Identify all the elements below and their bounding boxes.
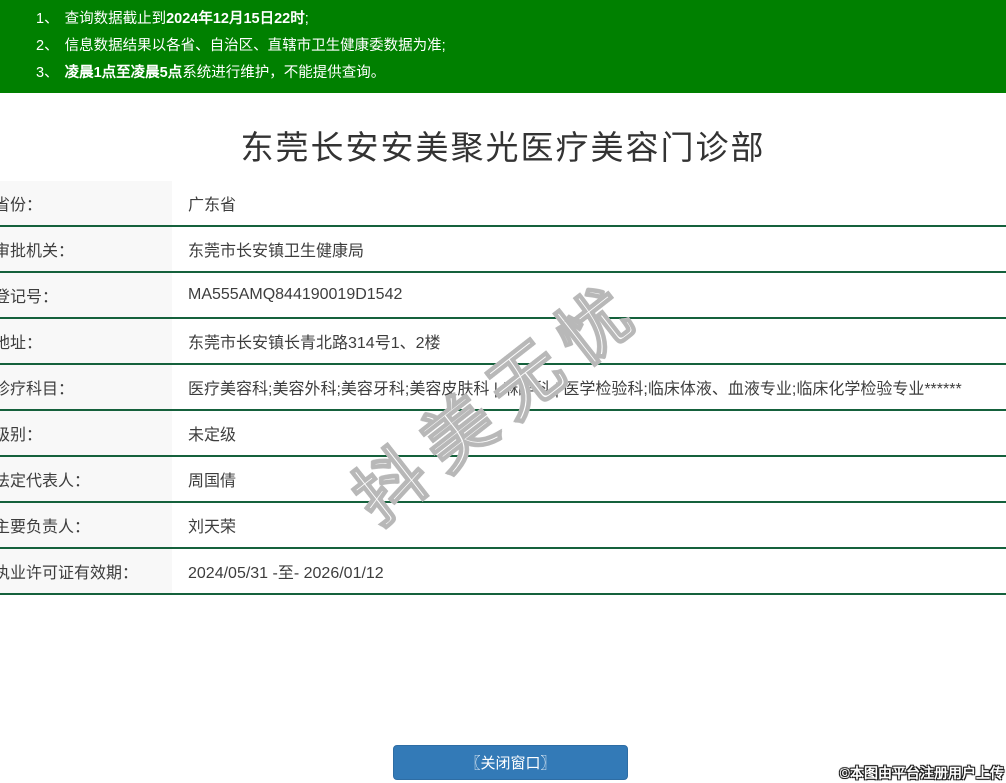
row-label: 地址： [0, 319, 172, 363]
query-result-page: 1、查询数据截止到2024年12月15日22时; 2、信息数据结果以各省、自治区… [0, 0, 1006, 783]
row-value: 2024/05/31 -至- 2026/01/12 [172, 549, 1006, 593]
row-value: 东莞市长安镇卫生健康局 [172, 227, 1006, 271]
notice-text: 查询数据截止到 [65, 11, 167, 27]
table-row-level: 级别： 未定级 [0, 411, 1006, 457]
table-row-main-responsible-person: 主要负责人： 刘天荣 [0, 503, 1006, 549]
notice-text: ; [305, 11, 309, 27]
table-row-province: 省份： 广东省 [0, 181, 1006, 227]
table-row-license-validity: 执业许可证有效期： 2024/05/31 -至- 2026/01/12 [0, 549, 1006, 595]
row-value: 广东省 [172, 181, 1006, 225]
row-label: 级别： [0, 411, 172, 455]
table-row-legal-representative: 法定代表人： 周国倩 [0, 457, 1006, 503]
notice-line-number: 1、 [36, 11, 59, 27]
row-label: 省份： [0, 181, 172, 225]
institution-detail-table: 省份： 广东省 审批机关： 东莞市长安镇卫生健康局 登记号： MA555AMQ8… [0, 181, 1006, 595]
credit-watermark: ©本图由平台注册用户上传 [840, 763, 1004, 783]
page-title: 东莞长安安美聚光医疗美容门诊部 [0, 121, 1006, 169]
row-label: 法定代表人： [0, 457, 172, 501]
close-window-button[interactable]: 〖关闭窗口〗 [393, 745, 628, 780]
notice-line-1: 1、查询数据截止到2024年12月15日22时; [36, 6, 1006, 33]
row-value: 医疗美容科;美容外科;美容牙科;美容皮肤科 | 麻醉科 | 医学检验科;临床体液… [172, 365, 1006, 409]
notice-text-bold: 凌晨1点至凌晨5点 [65, 65, 183, 81]
row-label: 执业许可证有效期： [0, 549, 172, 593]
notice-line-2: 2、信息数据结果以各省、自治区、直辖市卫生健康委数据为准; [36, 33, 1006, 60]
notice-banner: 1、查询数据截止到2024年12月15日22时; 2、信息数据结果以各省、自治区… [0, 0, 1006, 93]
notice-text-bold: 2024年12月15日22时 [166, 11, 305, 27]
notice-line-3: 3、凌晨1点至凌晨5点系统进行维护，不能提供查询。 [36, 60, 1006, 87]
notice-line-number: 3、 [36, 65, 59, 81]
table-row-medical-subjects: 诊疗科目： 医疗美容科;美容外科;美容牙科;美容皮肤科 | 麻醉科 | 医学检验… [0, 365, 1006, 411]
row-value: 周国倩 [172, 457, 1006, 501]
row-label: 审批机关： [0, 227, 172, 271]
notice-text: 系统进行维护，不能提供查询。 [182, 65, 385, 81]
table-row-address: 地址： 东莞市长安镇长青北路314号1、2楼 [0, 319, 1006, 365]
table-row-approval-authority: 审批机关： 东莞市长安镇卫生健康局 [0, 227, 1006, 273]
notice-text: 信息数据结果以各省、自治区、直辖市卫生健康委数据为准; [65, 38, 446, 54]
row-label: 主要负责人： [0, 503, 172, 547]
row-value: 东莞市长安镇长青北路314号1、2楼 [172, 319, 1006, 363]
row-label: 诊疗科目： [0, 365, 172, 409]
row-label: 登记号： [0, 273, 172, 317]
row-value: 未定级 [172, 411, 1006, 455]
notice-line-number: 2、 [36, 38, 59, 54]
row-value: 刘天荣 [172, 503, 1006, 547]
row-value: MA555AMQ844190019D1542 [172, 273, 1006, 317]
table-row-registration-number: 登记号： MA555AMQ844190019D1542 [0, 273, 1006, 319]
